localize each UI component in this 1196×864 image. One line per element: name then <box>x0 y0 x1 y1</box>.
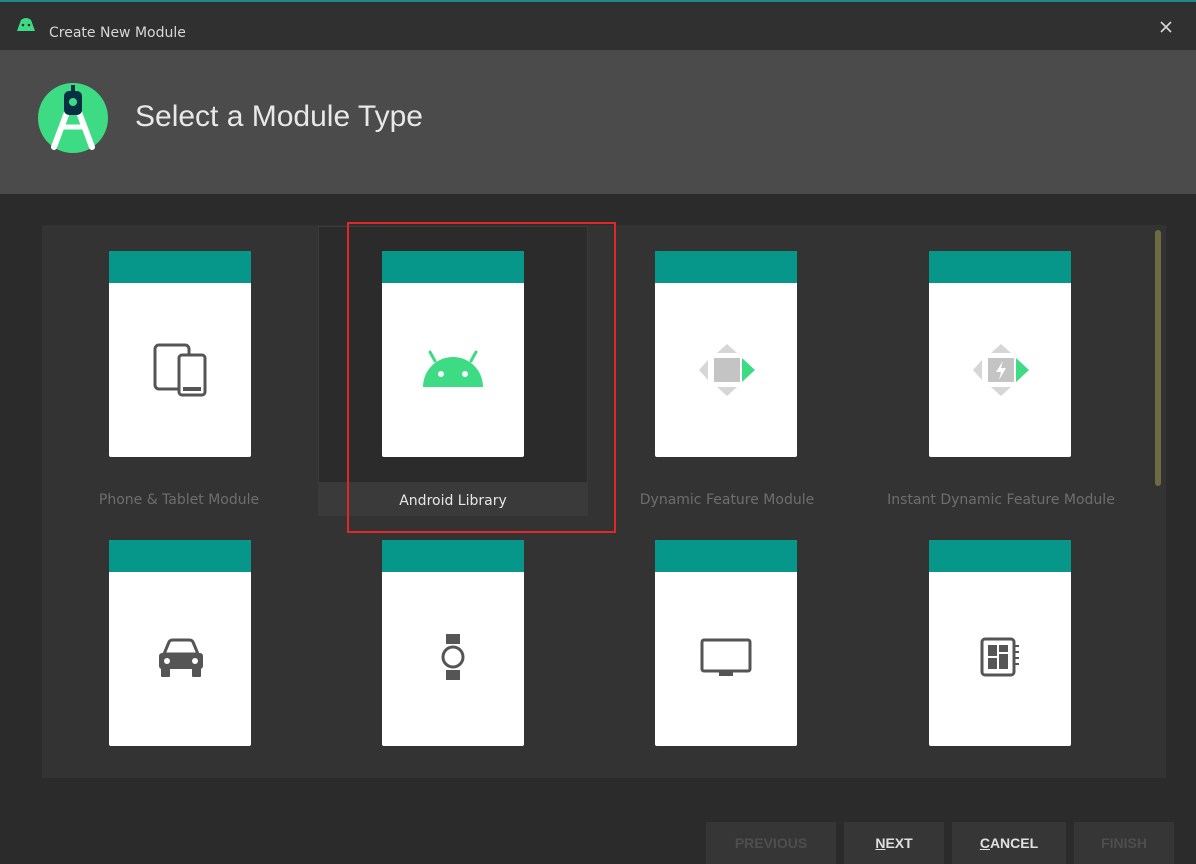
module-tile-tv[interactable] <box>592 516 862 778</box>
cancel-label-rest: ANCEL <box>989 835 1039 851</box>
module-card <box>109 251 251 457</box>
module-card <box>655 251 797 457</box>
android-head-icon <box>423 350 483 387</box>
cancel-button[interactable]: CANCEL <box>952 822 1066 864</box>
scrollbar-thumb[interactable] <box>1155 230 1161 486</box>
previous-button[interactable]: PREVIOUS <box>706 822 836 864</box>
module-tile-dynamic-feature[interactable]: Dynamic Feature Module <box>592 226 862 516</box>
module-tile-automotive[interactable] <box>44 516 314 778</box>
car-icon <box>159 638 203 677</box>
next-mnemonic: N <box>875 835 886 851</box>
things-board-icon <box>980 637 1019 677</box>
close-icon[interactable] <box>1158 19 1174 35</box>
module-card <box>109 540 251 746</box>
next-button[interactable]: NEXT <box>844 822 944 864</box>
dynamic-feature-icon <box>699 344 755 396</box>
wizard-header: Select a Module Type <box>0 50 1196 194</box>
android-studio-icon <box>17 18 35 31</box>
module-label: Dynamic Feature Module <box>639 492 815 508</box>
android-studio-logo-icon <box>38 83 108 153</box>
page-title: Select a Module Type <box>135 100 423 133</box>
next-label-rest: EXT <box>885 835 913 851</box>
phone-tablet-icon <box>153 343 207 397</box>
cancel-mnemonic: C <box>979 835 990 851</box>
module-card <box>929 540 1071 746</box>
module-card <box>929 251 1071 457</box>
module-card <box>655 540 797 746</box>
finish-button[interactable]: FINISH <box>1074 822 1174 864</box>
module-card <box>382 251 524 457</box>
module-tile-phone-tablet[interactable]: Phone & Tablet Module <box>44 226 314 516</box>
watch-icon <box>441 634 465 680</box>
module-tile-android-library[interactable]: Android Library <box>318 226 588 516</box>
module-label: Instant Dynamic Feature Module <box>887 492 1115 508</box>
module-tile-wear[interactable] <box>318 516 588 778</box>
module-tile-instant-dynamic-feature[interactable]: Instant Dynamic Feature Module <box>866 226 1136 516</box>
module-tile-things[interactable] <box>866 516 1136 778</box>
module-label: Phone & Tablet Module <box>98 492 260 508</box>
module-label: Android Library <box>399 493 507 509</box>
instant-dynamic-feature-icon <box>973 344 1029 396</box>
module-card <box>382 540 524 746</box>
window-title: Create New Module <box>49 25 186 41</box>
title-bar: Create New Module <box>0 2 1196 50</box>
tv-icon <box>700 638 752 676</box>
